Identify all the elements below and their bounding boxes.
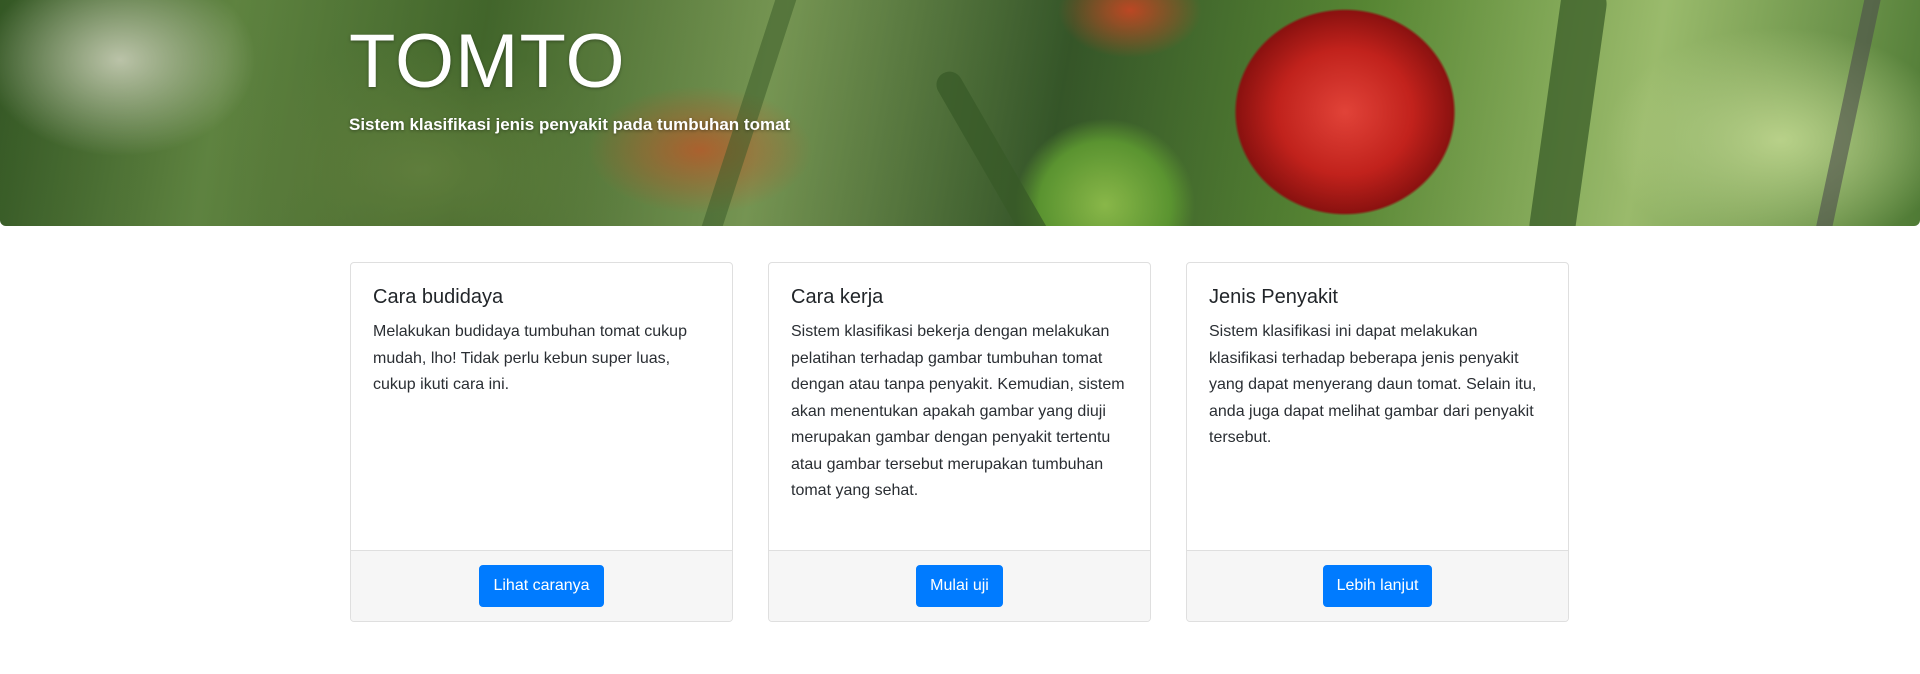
lebih-lanjut-button[interactable]: Lebih lanjut xyxy=(1322,565,1433,607)
card-footer: Lebih lanjut xyxy=(1187,550,1568,621)
card-text: Sistem klasifikasi ini dapat melakukan k… xyxy=(1209,323,1537,446)
card-body: Jenis Penyakit Sistem klasifikasi ini da… xyxy=(1187,263,1568,553)
hero-banner: TOMTO Sistem klasifikasi jenis penyakit … xyxy=(0,0,1920,226)
card-cara-kerja: Cara kerja Sistem klasifikasi bekerja de… xyxy=(768,262,1151,622)
mulai-uji-button[interactable]: Mulai uji xyxy=(916,565,1003,607)
card-title: Cara kerja xyxy=(791,286,884,308)
lihat-caranya-button[interactable]: Lihat caranya xyxy=(479,565,604,607)
card-footer: Mulai uji xyxy=(769,550,1150,621)
card-text: Melakukan budidaya tumbuhan tomat cukup … xyxy=(373,323,687,393)
card-footer: Lihat caranya xyxy=(351,550,732,621)
card-title: Jenis Penyakit xyxy=(1209,286,1338,308)
hero-title: TOMTO xyxy=(349,19,626,104)
card-jenis-penyakit: Jenis Penyakit Sistem klasifikasi ini da… xyxy=(1186,262,1569,622)
hero-subtitle: Sistem klasifikasi jenis penyakit pada t… xyxy=(349,115,791,134)
card-text: Sistem klasifikasi bekerja dengan melaku… xyxy=(791,323,1125,499)
card-body: Cara kerja Sistem klasifikasi bekerja de… xyxy=(769,263,1150,553)
card-cara-budidaya: Cara budidaya Melakukan budidaya tumbuha… xyxy=(350,262,733,622)
card-title: Cara budidaya xyxy=(373,286,504,308)
card-body: Cara budidaya Melakukan budidaya tumbuha… xyxy=(351,263,732,553)
hero-overlay xyxy=(0,0,1920,226)
